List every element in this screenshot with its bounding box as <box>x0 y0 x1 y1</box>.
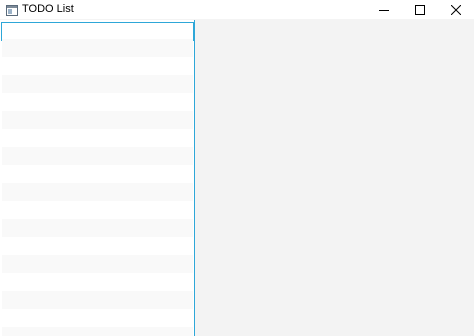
list-item[interactable] <box>2 129 193 147</box>
app-window: TODO List <box>0 0 474 336</box>
maximize-icon <box>415 4 425 15</box>
list-item[interactable] <box>2 291 193 309</box>
app-window-icon[interactable] <box>6 3 18 16</box>
close-button[interactable] <box>439 0 473 19</box>
list-item[interactable] <box>2 57 193 75</box>
title-bar[interactable]: TODO List <box>0 0 474 19</box>
maximize-button[interactable] <box>403 0 437 19</box>
window-title: TODO List <box>22 3 74 15</box>
list-item[interactable] <box>2 327 193 336</box>
list-item[interactable] <box>2 219 193 237</box>
list-item[interactable] <box>2 255 193 273</box>
list-item[interactable] <box>2 183 193 201</box>
list-item[interactable] <box>2 147 193 165</box>
close-icon <box>451 4 461 15</box>
list-item[interactable] <box>2 309 193 327</box>
list-item[interactable] <box>2 273 193 291</box>
minimize-icon <box>379 9 389 11</box>
list-item[interactable] <box>2 39 193 57</box>
list-item[interactable] <box>2 237 193 255</box>
minimize-button[interactable] <box>367 0 401 19</box>
list-item[interactable] <box>2 201 193 219</box>
todo-list[interactable] <box>0 20 195 336</box>
list-item[interactable] <box>2 75 193 93</box>
list-item[interactable] <box>2 165 193 183</box>
list-item[interactable] <box>2 93 193 111</box>
detail-pane <box>196 20 474 336</box>
list-item[interactable] <box>2 111 193 129</box>
